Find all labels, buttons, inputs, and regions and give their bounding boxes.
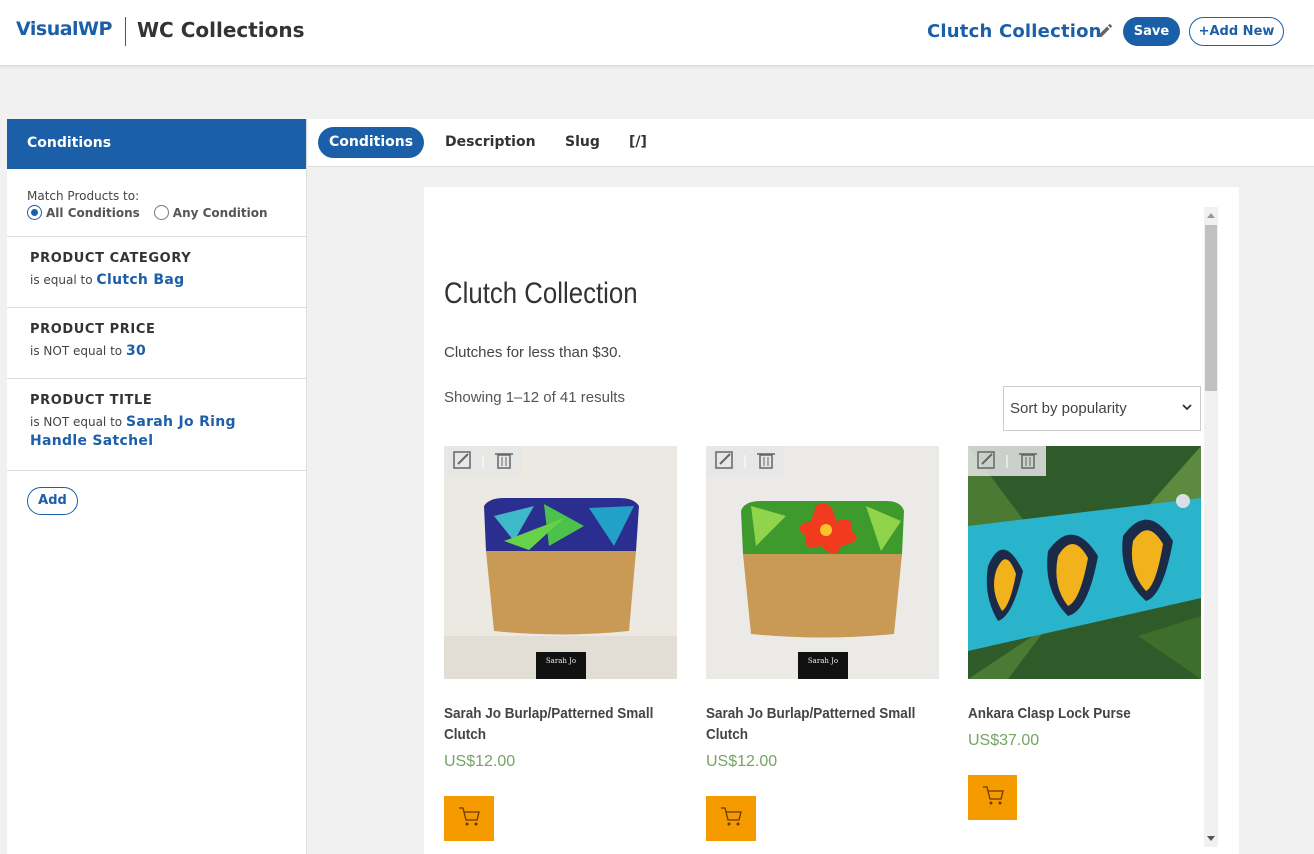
product-logo-text: Sarah Jo (546, 657, 576, 665)
product-price: US$12.00 (706, 753, 778, 770)
save-button[interactable]: Save (1123, 17, 1180, 46)
all-conditions-radio[interactable]: All Conditions (27, 205, 140, 220)
conditions-panel-heading: Conditions (7, 119, 306, 169)
match-products-section: Match Products to: All Conditions Any Co… (7, 169, 306, 237)
product-name[interactable]: Sarah Jo Burlap/Patterned Small Clutch (706, 703, 931, 745)
product-image[interactable]: Sarah Jo (706, 446, 939, 679)
preview-description: Clutches for less than $30. (444, 344, 622, 361)
add-to-cart-button[interactable] (706, 796, 756, 841)
sort-selected-value: Sort by popularity (1010, 400, 1127, 417)
top-bar: VisualWP WC Collections Clutch Collectio… (0, 0, 1314, 66)
product-name[interactable]: Ankara Clasp Lock Purse (968, 703, 1193, 724)
product-price: US$37.00 (968, 732, 1040, 749)
edit-icon[interactable] (715, 451, 733, 469)
tab-description[interactable]: Description (434, 127, 547, 158)
pencil-icon[interactable] (1096, 21, 1114, 39)
condition-product-category[interactable]: PRODUCT CATEGORY is equal to Clutch Bag (7, 237, 306, 308)
trash-icon[interactable] (757, 453, 775, 469)
preview-scrollbar[interactable] (1204, 207, 1218, 847)
condition-product-price[interactable]: PRODUCT PRICE is NOT equal to 30 (7, 308, 306, 379)
radio-label: Any Condition (172, 205, 268, 220)
cart-icon (721, 807, 742, 826)
product-price: US$12.00 (444, 753, 516, 770)
condition-value: 30 (125, 343, 147, 359)
result-count: Showing 1–12 of 41 results (444, 389, 625, 406)
brand-divider (125, 17, 126, 46)
app-title: WC Collections (137, 18, 305, 42)
condition-operator: is NOT equal to (30, 344, 123, 358)
radio-unselected-icon (153, 205, 169, 220)
cart-icon (459, 807, 480, 826)
trash-icon[interactable] (1019, 453, 1037, 469)
condition-product-title[interactable]: PRODUCT TITLE is NOT equal to Sarah Jo R… (7, 379, 306, 471)
chevron-down-icon (1182, 404, 1192, 411)
condition-operator: is NOT equal to (30, 415, 123, 429)
brand-logo: VisualWP (16, 18, 112, 40)
collection-name[interactable]: Clutch Collection (927, 21, 1102, 42)
add-to-cart-button[interactable] (968, 775, 1017, 820)
product-tools (968, 446, 1046, 476)
product-card[interactable]: Ankara Clasp Lock Purse US$37.00 (968, 446, 1201, 820)
condition-name: PRODUCT CATEGORY (30, 251, 192, 266)
product-logo-text: Sarah Jo (808, 657, 838, 665)
tab-slug[interactable]: Slug (554, 127, 611, 158)
scroll-up-arrow-icon[interactable] (1207, 213, 1215, 218)
edit-icon[interactable] (977, 451, 995, 469)
cart-icon (983, 786, 1004, 805)
sort-select[interactable]: Sort by popularity (1003, 386, 1201, 431)
add-new-button[interactable]: +Add New (1189, 17, 1284, 46)
conditions-panel: Conditions Match Products to: All Condit… (7, 119, 307, 854)
tab-conditions[interactable]: Conditions (318, 127, 425, 158)
scroll-thumb[interactable] (1205, 225, 1217, 391)
add-to-cart-button[interactable] (444, 796, 494, 841)
product-card[interactable]: Sarah Jo Sarah Jo Burlap/Patterned Small… (706, 446, 939, 841)
tab-shortcode[interactable]: [/] (618, 127, 658, 158)
condition-name: PRODUCT PRICE (30, 322, 156, 337)
add-condition-button[interactable]: Add (27, 487, 78, 515)
any-condition-radio[interactable]: Any Condition (153, 205, 268, 220)
preview-title: Clutch Collection (444, 277, 638, 310)
product-card[interactable]: Sarah Jo Sarah Jo Burlap/Patterned Small… (444, 446, 677, 841)
condition-operator: is equal to (30, 273, 93, 287)
product-image[interactable]: Sarah Jo (444, 446, 677, 679)
match-label: Match Products to: (27, 189, 140, 203)
product-image[interactable] (968, 446, 1201, 679)
radio-selected-icon (27, 205, 42, 220)
condition-value: Clutch Bag (96, 272, 185, 288)
collection-preview: Clutch Collection Clutches for less than… (424, 187, 1239, 854)
product-tools (444, 446, 522, 476)
product-tools (706, 446, 784, 476)
trash-icon[interactable] (495, 453, 513, 469)
scroll-down-arrow-icon[interactable] (1207, 836, 1215, 841)
editor-tabs: Conditions Description Slug [/] (308, 119, 1314, 167)
edit-icon[interactable] (453, 451, 471, 469)
product-name[interactable]: Sarah Jo Burlap/Patterned Small Clutch (444, 703, 669, 745)
radio-label: All Conditions (46, 205, 140, 220)
condition-name: PRODUCT TITLE (30, 393, 153, 408)
